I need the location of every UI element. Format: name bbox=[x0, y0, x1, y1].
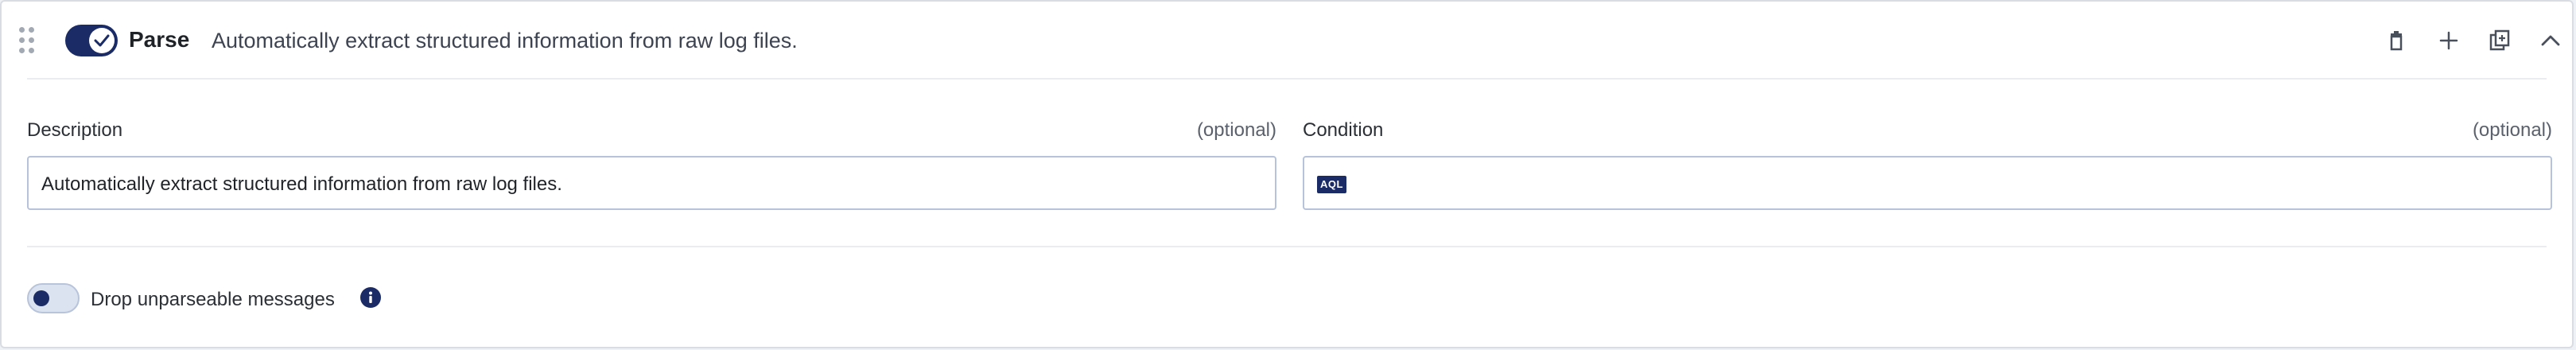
step-enabled-toggle[interactable] bbox=[65, 25, 118, 56]
description-label: Description bbox=[27, 119, 123, 141]
parse-step-card: Parse Automatically extract structured i… bbox=[0, 0, 2574, 348]
drag-handle-icon[interactable] bbox=[19, 27, 37, 54]
toggle-knob bbox=[33, 290, 49, 306]
condition-optional-hint: (optional) bbox=[2472, 119, 2552, 141]
toggle-knob bbox=[89, 28, 115, 53]
step-header: Parse Automatically extract structured i… bbox=[2, 2, 2572, 80]
info-icon[interactable] bbox=[359, 286, 382, 309]
drop-unparseable-label: Drop unparseable messages bbox=[91, 289, 335, 310]
drop-unparseable-toggle[interactable] bbox=[27, 283, 80, 313]
trash-icon[interactable] bbox=[2381, 25, 2411, 56]
description-value: Automatically extract structured informa… bbox=[41, 173, 562, 195]
step-title: Parse bbox=[129, 27, 190, 52]
condition-input[interactable]: AQL bbox=[1303, 156, 2552, 210]
duplicate-icon[interactable] bbox=[2485, 25, 2515, 56]
step-summary: Automatically extract structured informa… bbox=[212, 29, 798, 52]
aql-badge: AQL bbox=[1317, 176, 1346, 193]
plus-icon[interactable] bbox=[2434, 25, 2464, 56]
condition-label: Condition bbox=[1303, 119, 1384, 141]
description-input[interactable]: Automatically extract structured informa… bbox=[27, 156, 1276, 210]
chevron-up-icon[interactable] bbox=[2535, 25, 2566, 56]
description-optional-hint: (optional) bbox=[1196, 119, 1276, 141]
check-icon bbox=[94, 34, 110, 47]
header-divider bbox=[27, 78, 2547, 80]
section-divider bbox=[27, 246, 2547, 247]
